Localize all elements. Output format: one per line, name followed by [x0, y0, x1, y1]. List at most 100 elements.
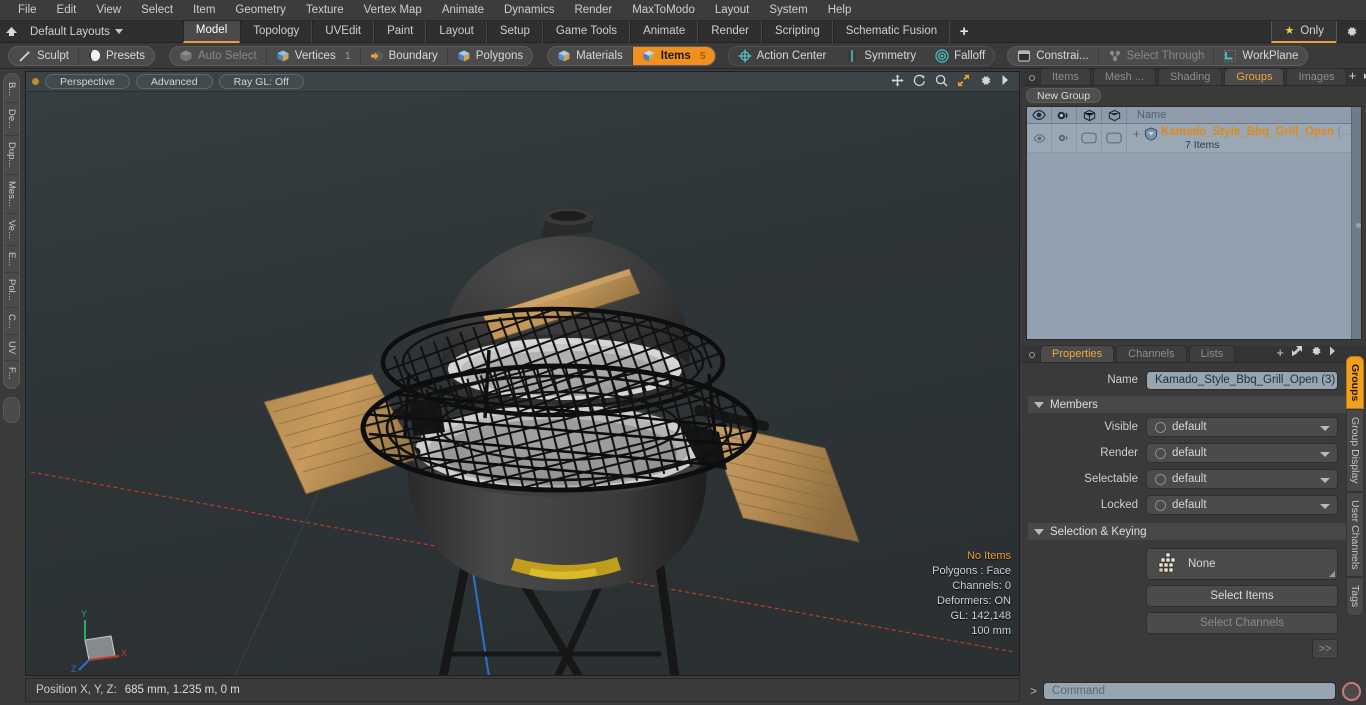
gear-icon[interactable] [1336, 20, 1366, 43]
move-icon[interactable] [891, 73, 904, 90]
tab-model[interactable]: Model [182, 20, 241, 43]
menu-item-render[interactable]: Render [564, 0, 622, 21]
left-tab-basic[interactable]: B... [4, 76, 19, 104]
tab-setup[interactable]: Setup [486, 20, 543, 43]
tab-animate[interactable]: Animate [630, 20, 699, 43]
row-expander-button[interactable]: + [1131, 126, 1144, 141]
left-tab-mesh[interactable]: Mes... [4, 175, 19, 214]
menu-item-dynamics[interactable]: Dynamics [494, 0, 564, 21]
left-tab-fusion[interactable]: F... [4, 361, 19, 386]
render-camera-icon[interactable] [1052, 107, 1077, 123]
row-selectable-toggle[interactable] [1077, 124, 1102, 152]
rv-tab-groups[interactable]: Groups [1346, 356, 1364, 410]
selection-set-picker[interactable]: None [1146, 548, 1338, 580]
list-pane-menu-dot[interactable] [1029, 75, 1035, 81]
boundary-button[interactable]: Boundary [361, 46, 448, 65]
selection-keying-section-header[interactable]: Selection & Keying [1028, 523, 1360, 540]
tab-groups[interactable]: Groups [1224, 68, 1285, 85]
constraint-button[interactable]: Constrai... [1008, 46, 1099, 65]
vertices-button[interactable]: Vertices 1 [267, 46, 361, 65]
row-eye-icon[interactable] [1027, 124, 1052, 152]
viewport-canvas[interactable]: Y X Z [26, 92, 1019, 675]
tab-uvedit[interactable]: UVEdit [312, 20, 375, 43]
eye-icon[interactable] [1027, 107, 1052, 123]
menu-item-layout[interactable]: Layout [705, 0, 760, 21]
left-tab-vertex[interactable]: Ve... [4, 214, 19, 246]
table-row[interactable]: + Kamado_Style_Bbq_Grill_Open (... 7 Ite… [1027, 124, 1351, 153]
menu-item-geometry[interactable]: Geometry [225, 0, 296, 21]
auto-select-button[interactable]: Auto Select [170, 46, 267, 65]
add-pane-tab-button[interactable]: + [1349, 68, 1357, 83]
select-items-button[interactable]: Select Items [1146, 585, 1338, 607]
left-tab-curve[interactable]: C... [4, 308, 19, 336]
rv-tab-user-channels[interactable]: User Channels [1346, 491, 1364, 578]
rv-tab-tags[interactable]: Tags [1346, 577, 1364, 616]
add-tab-button[interactable]: + [950, 21, 978, 43]
select-through-button[interactable]: Select Through [1099, 46, 1215, 65]
properties-menu-dot[interactable] [1029, 352, 1035, 358]
members-section-header[interactable]: Members [1028, 396, 1360, 413]
add-properties-tab-button[interactable]: + [1276, 345, 1284, 360]
items-button[interactable]: Items 5 [632, 46, 715, 65]
selectable-cube-icon[interactable] [1077, 107, 1102, 123]
tab-items[interactable]: Items [1040, 68, 1091, 85]
menu-item-system[interactable]: System [759, 0, 817, 21]
tab-shading[interactable]: Shading [1158, 68, 1223, 85]
tab-topology[interactable]: Topology [240, 20, 313, 43]
tab-layout[interactable]: Layout [426, 20, 487, 43]
selectable-state-dot[interactable] [1155, 473, 1166, 485]
sculpt-button[interactable]: Sculpt [9, 46, 79, 65]
fit-icon[interactable] [957, 74, 970, 90]
chevron-right-icon[interactable] [1329, 346, 1336, 359]
locked-cube-icon[interactable] [1102, 107, 1127, 123]
materials-button[interactable]: Materials [548, 46, 633, 65]
new-group-button[interactable]: New Group [1026, 87, 1102, 103]
left-tab-polygon[interactable]: Pol... [4, 273, 19, 308]
command-input[interactable]: Command [1043, 682, 1336, 700]
chevron-right-icon[interactable] [1001, 74, 1010, 89]
render-state-dot[interactable] [1155, 447, 1166, 459]
viewport-projection-dropdown[interactable]: Perspective [45, 74, 130, 89]
row-name-cell[interactable]: + Kamado_Style_Bbq_Grill_Open (... 7 Ite… [1127, 124, 1351, 152]
rv-tab-group-display[interactable]: Group Display [1346, 409, 1364, 492]
tab-mesh-ops[interactable]: Mesh ... [1092, 68, 1157, 85]
tab-paint[interactable]: Paint [374, 20, 427, 43]
menu-item-select[interactable]: Select [131, 0, 183, 21]
menu-item-animate[interactable]: Animate [432, 0, 494, 21]
tab-properties[interactable]: Properties [1040, 345, 1115, 362]
home-icon[interactable] [0, 21, 22, 43]
more-options-button[interactable]: >> [1312, 639, 1338, 659]
zoom-icon[interactable] [935, 74, 948, 90]
groups-list[interactable]: Name + Kamado_Style_Bbq_Grill_Open (... … [1026, 106, 1362, 340]
name-input[interactable]: Kamado_Style_Bbq_Grill_Open (3) [1146, 370, 1338, 390]
menu-item-edit[interactable]: Edit [47, 0, 87, 21]
menu-item-texture[interactable]: Texture [296, 0, 354, 21]
rotate-icon[interactable] [913, 74, 926, 90]
row-locked-toggle[interactable] [1102, 124, 1127, 152]
menu-item-help[interactable]: Help [818, 0, 862, 21]
menu-item-vertex-map[interactable]: Vertex Map [354, 0, 432, 21]
left-tab-duplicate[interactable]: Dup... [4, 136, 19, 175]
visible-dropdown[interactable]: default [1146, 417, 1338, 437]
tab-render[interactable]: Render [698, 20, 762, 43]
symmetry-button[interactable]: Symmetry [836, 46, 927, 65]
polygons-button[interactable]: Polygons [448, 47, 532, 65]
groups-list-scrollbar[interactable] [1350, 107, 1361, 339]
scrollbar-grip[interactable] [1355, 223, 1361, 228]
viewport-shading-dropdown[interactable]: Advanced [135, 74, 213, 89]
viewport-raygl-dropdown[interactable]: Ray GL: Off [218, 74, 304, 89]
left-tab-extra[interactable] [3, 397, 20, 424]
viewport-menu-dot[interactable] [32, 78, 39, 85]
locked-state-dot[interactable] [1155, 499, 1166, 511]
tab-lists[interactable]: Lists [1188, 345, 1236, 362]
gear-icon[interactable] [979, 74, 992, 90]
record-icon[interactable] [1342, 681, 1361, 701]
tab-game-tools[interactable]: Game Tools [542, 20, 631, 43]
tab-scripting[interactable]: Scripting [761, 20, 833, 43]
viewport-3d[interactable]: Perspective Advanced Ray GL: Off Y X Z N… [25, 71, 1020, 676]
default-layouts-dropdown[interactable]: Default Layouts [22, 21, 131, 43]
presets-button[interactable]: Presets [79, 47, 154, 65]
tab-schematic-fusion[interactable]: Schematic Fusion [832, 20, 951, 43]
workplane-button[interactable]: WorkPlane [1214, 47, 1307, 65]
menu-item-view[interactable]: View [86, 0, 131, 21]
